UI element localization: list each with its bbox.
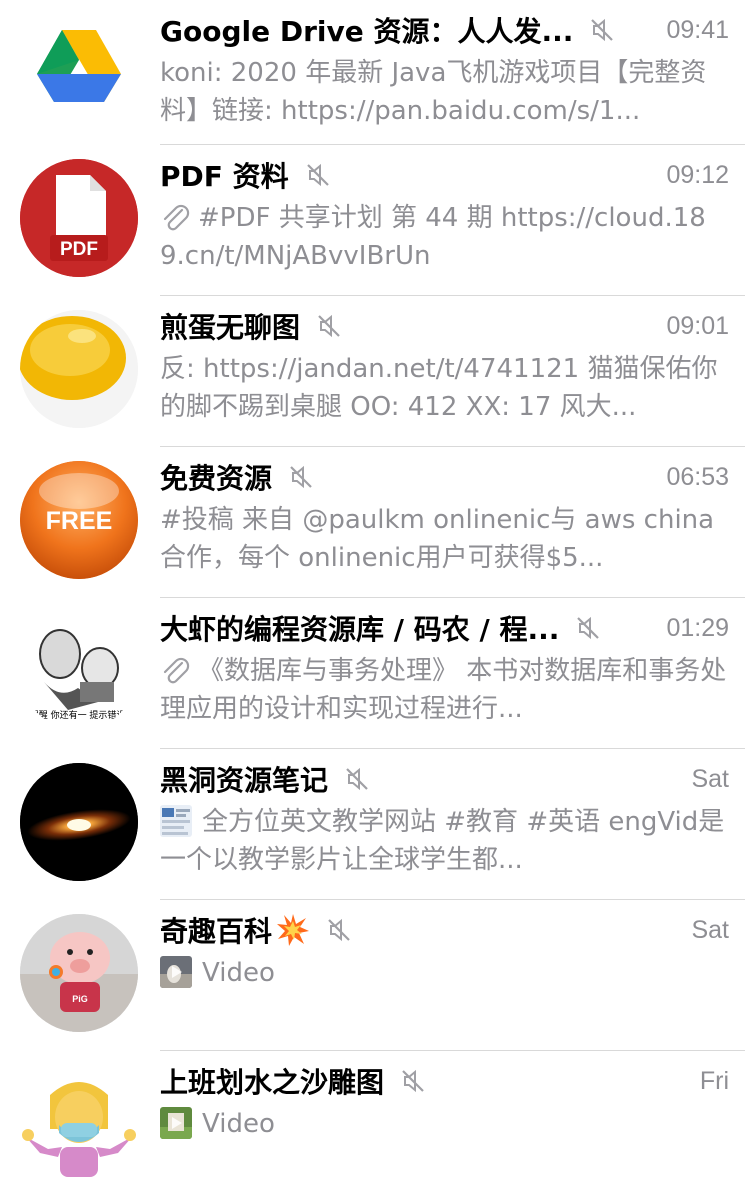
- chat-time: 01:29: [666, 613, 729, 642]
- meme-caption: 志快醒醒 你还有一 提示错误 起来: [20, 709, 138, 721]
- chat-row-body: 免费资源 06:53 #投稿 来自 @paulkm onlinenic与 aws…: [160, 455, 729, 598]
- title-line: 煎蛋无聊图 09:01: [160, 304, 729, 348]
- chat-title: 上班划水之沙雕图: [160, 1066, 385, 1099]
- video-thumbnail: [160, 956, 192, 988]
- chat-row-google-drive[interactable]: Google Drive 资源：人人发... 09:41 koni: 2020 …: [0, 0, 745, 145]
- chat-preview-text: 全方位英文教学网站 #教育 #英语 engVid是一个以教学影片让全球学生都..…: [160, 807, 725, 875]
- website-thumbnail: [160, 805, 192, 837]
- chat-preview-text: #PDF 共享计划 第 44 期 https://cloud.189.cn/t/…: [160, 203, 706, 271]
- galaxy: [20, 763, 138, 881]
- jandan-avatar: [20, 310, 138, 428]
- mute-icon: [328, 918, 350, 942]
- chat-preview: 《数据库与事务处理》 本书对数据库和事务处理应用的设计和实现过程进行...: [160, 652, 729, 728]
- mute-icon: [290, 465, 312, 489]
- chat-preview-text: koni: 2020 年最新 Java飞机游戏项目【完整资料】链接: https…: [160, 58, 707, 126]
- chat-title: 奇趣百科: [160, 915, 273, 948]
- collision-icon: [277, 914, 310, 946]
- chat-row-free[interactable]: FREE 免费资源 06:53 #投稿 来自 @paulkm onlinenic…: [0, 447, 745, 598]
- chat-row-body: 大虾的编程资源库 / 码农 / 程... 01:29 《数据库与事务处理》 本书…: [160, 606, 729, 749]
- chat-time: 09:41: [666, 15, 729, 44]
- chat-time: 09:01: [666, 311, 729, 340]
- chat-preview: Video: [160, 954, 729, 992]
- shrugging-woman-mask-emoji: [20, 1065, 138, 1183]
- chat-title: Google Drive 资源：人人发...: [160, 15, 574, 48]
- free-orange-button: FREE: [20, 461, 138, 579]
- mute-icon: [577, 616, 600, 640]
- chat-row-qiqu[interactable]: PiG 奇趣百科 Sat Video: [0, 900, 745, 1051]
- chat-row-body: PDF 资料 09:12 #PDF 共享计划 第 44 期 https://cl…: [160, 153, 729, 296]
- meme-faces: 志快醒醒 你还有一 提示错误 起来: [20, 612, 138, 730]
- pig-shirt-label: PiG: [72, 994, 88, 1004]
- google-drive-logo: [37, 30, 121, 102]
- title-line: 奇趣百科 Sat: [160, 908, 729, 952]
- chat-row-body: 黑洞资源笔记 Sat 全方位英文教学网站 #教育 #英语 engVid是一个以教…: [160, 757, 729, 900]
- fried-egg-yolk: [20, 310, 138, 428]
- mute-icon: [402, 1069, 424, 1093]
- chat-preview: 全方位英文教学网站 #教育 #英语 engVid是一个以教学影片让全球学生都..…: [160, 803, 729, 879]
- pdf-avatar: PDF: [20, 159, 138, 277]
- mute-icon: [306, 163, 329, 187]
- chat-preview-text: 反: https://jandan.net/t/4741121 猫猫保佑你的脚不…: [160, 354, 718, 422]
- chat-preview-text: #投稿 来自 @paulkm onlinenic与 aws china合作，每个…: [160, 505, 715, 573]
- chat-preview: Video: [160, 1105, 729, 1143]
- title-line: 上班划水之沙雕图 Fri: [160, 1059, 729, 1103]
- chat-title: PDF 资料: [160, 160, 289, 193]
- chat-row-body: 奇趣百科 Sat Video: [160, 908, 729, 1051]
- pig-cartoon: PiG: [20, 914, 138, 1032]
- pdf-logo: PDF: [20, 159, 138, 277]
- title-line: Google Drive 资源：人人发... 09:41: [160, 8, 729, 52]
- chat-preview: 反: https://jandan.net/t/4741121 猫猫保佑你的脚不…: [160, 350, 729, 426]
- shadiao-avatar: [20, 1065, 138, 1183]
- mute-icon: [318, 314, 340, 338]
- daxia-avatar: 志快醒醒 你还有一 提示错误 起来: [20, 612, 138, 730]
- chat-time: Sat: [691, 915, 729, 944]
- chat-title: 免费资源: [160, 462, 273, 495]
- chat-row-body: 上班划水之沙雕图 Fri Video: [160, 1059, 729, 1202]
- free-logo-label: FREE: [46, 507, 113, 535]
- chat-list: Google Drive 资源：人人发... 09:41 koni: 2020 …: [0, 0, 745, 1200]
- chat-preview: #投稿 来自 @paulkm onlinenic与 aws china合作，每个…: [160, 501, 729, 577]
- chat-row-pdf[interactable]: PDF PDF 资料 09:12 #PDF 共享计划 第 44 期 https:…: [0, 145, 745, 296]
- free-avatar: FREE: [20, 461, 138, 579]
- chat-time: Sat: [691, 764, 729, 793]
- paperclip-icon: [163, 204, 190, 231]
- chat-preview-text: 《数据库与事务处理》 本书对数据库和事务处理应用的设计和实现过程进行...: [160, 656, 727, 724]
- chat-row-jandan[interactable]: 煎蛋无聊图 09:01 反: https://jandan.net/t/4741…: [0, 296, 745, 447]
- chat-row-body: 煎蛋无聊图 09:01 反: https://jandan.net/t/4741…: [160, 304, 729, 447]
- chat-preview-text: Video: [202, 958, 275, 988]
- mute-icon: [591, 18, 614, 42]
- chat-title: 煎蛋无聊图: [160, 311, 301, 344]
- title-line: 免费资源 06:53: [160, 455, 729, 499]
- google-drive-avatar: [20, 10, 138, 128]
- chat-row-blackhole[interactable]: 黑洞资源笔记 Sat 全方位英文教学网站 #教育 #英语 engVid是一个以教…: [0, 749, 745, 900]
- qiqu-avatar: PiG: [20, 914, 138, 1032]
- pdf-logo-label: PDF: [60, 239, 98, 260]
- blackhole-avatar: [20, 763, 138, 881]
- chat-row-shadiao[interactable]: 上班划水之沙雕图 Fri Video: [0, 1051, 745, 1202]
- chat-title: 大虾的编程资源库 / 码农 / 程...: [160, 613, 560, 646]
- mute-icon: [346, 767, 368, 791]
- chat-time: Fri: [699, 1066, 729, 1095]
- title-line: 大虾的编程资源库 / 码农 / 程... 01:29: [160, 606, 729, 650]
- chat-preview: #PDF 共享计划 第 44 期 https://cloud.189.cn/t/…: [160, 199, 729, 275]
- title-line: 黑洞资源笔记 Sat: [160, 757, 729, 801]
- title-line: PDF 资料 09:12: [160, 153, 729, 197]
- chat-row-daxia[interactable]: 志快醒醒 你还有一 提示错误 起来 大虾的编程资源库 / 码农 / 程... 0…: [0, 598, 745, 749]
- video-thumbnail: [160, 1107, 192, 1139]
- paperclip-icon: [163, 657, 190, 684]
- chat-preview: koni: 2020 年最新 Java飞机游戏项目【完整资料】链接: https…: [160, 54, 729, 130]
- chat-title: 黑洞资源笔记: [160, 764, 329, 797]
- chat-preview-text: Video: [202, 1109, 275, 1139]
- chat-row-body: Google Drive 资源：人人发... 09:41 koni: 2020 …: [160, 8, 729, 145]
- chat-time: 06:53: [666, 462, 729, 491]
- chat-time: 09:12: [666, 160, 729, 189]
